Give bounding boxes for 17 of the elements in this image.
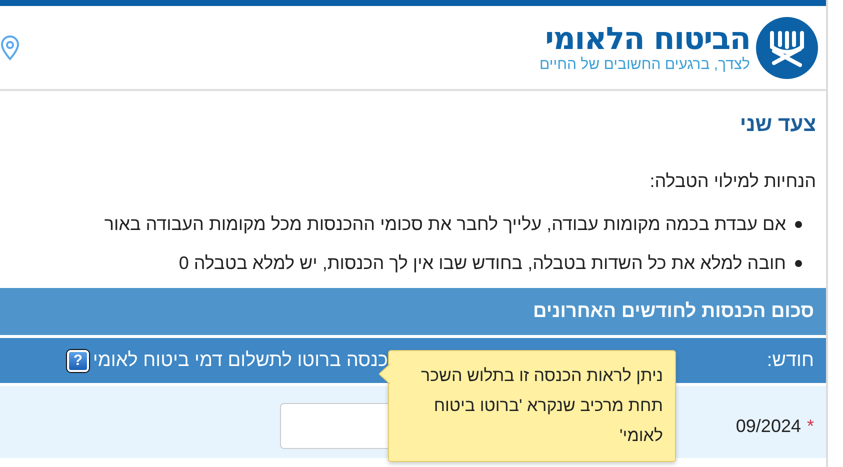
instruction-text: אם עבדת בכמה מקומות עבודה, עלייך לחבר את סכומי ההכנסות מכל מקומות העבודה באור — [104, 214, 786, 235]
table-title: סכום הכנסות לחודשים האחרונים — [533, 300, 814, 322]
column-header: כנסה ברוטו לתשלום דמי ביטוח לאומי — [92, 350, 388, 372]
logo-emblem-icon — [756, 16, 818, 78]
tooltip-text: ניתן לראות הכנסה זו בתלוש השכר תחת מרכיב שנקרא 'ברוטו ביטוח לאומי' — [421, 366, 663, 445]
help-button[interactable]: ? — [66, 350, 89, 372]
required-mark: * — [806, 416, 814, 436]
month-cell: 09/2024 — [736, 416, 801, 436]
logo-tagline: לצדך, ברגעים החשובים של החיים — [539, 56, 750, 74]
column-header: חודש: — [766, 350, 814, 372]
instructions-title: הנחיות למילוי הטבלה: — [648, 171, 816, 192]
bullet-dot — [795, 221, 802, 228]
bullet-dot — [795, 260, 802, 267]
location-pin-icon[interactable] — [0, 34, 20, 60]
step-title: צעד שני — [738, 113, 816, 137]
logo-title: הביטוח הלאומי — [545, 22, 750, 56]
instruction-text: חובה למלא את כל השדות בטבלה, בחודש שבו אין לך הכנסות, יש למלא בטבלה 0 — [178, 253, 786, 274]
